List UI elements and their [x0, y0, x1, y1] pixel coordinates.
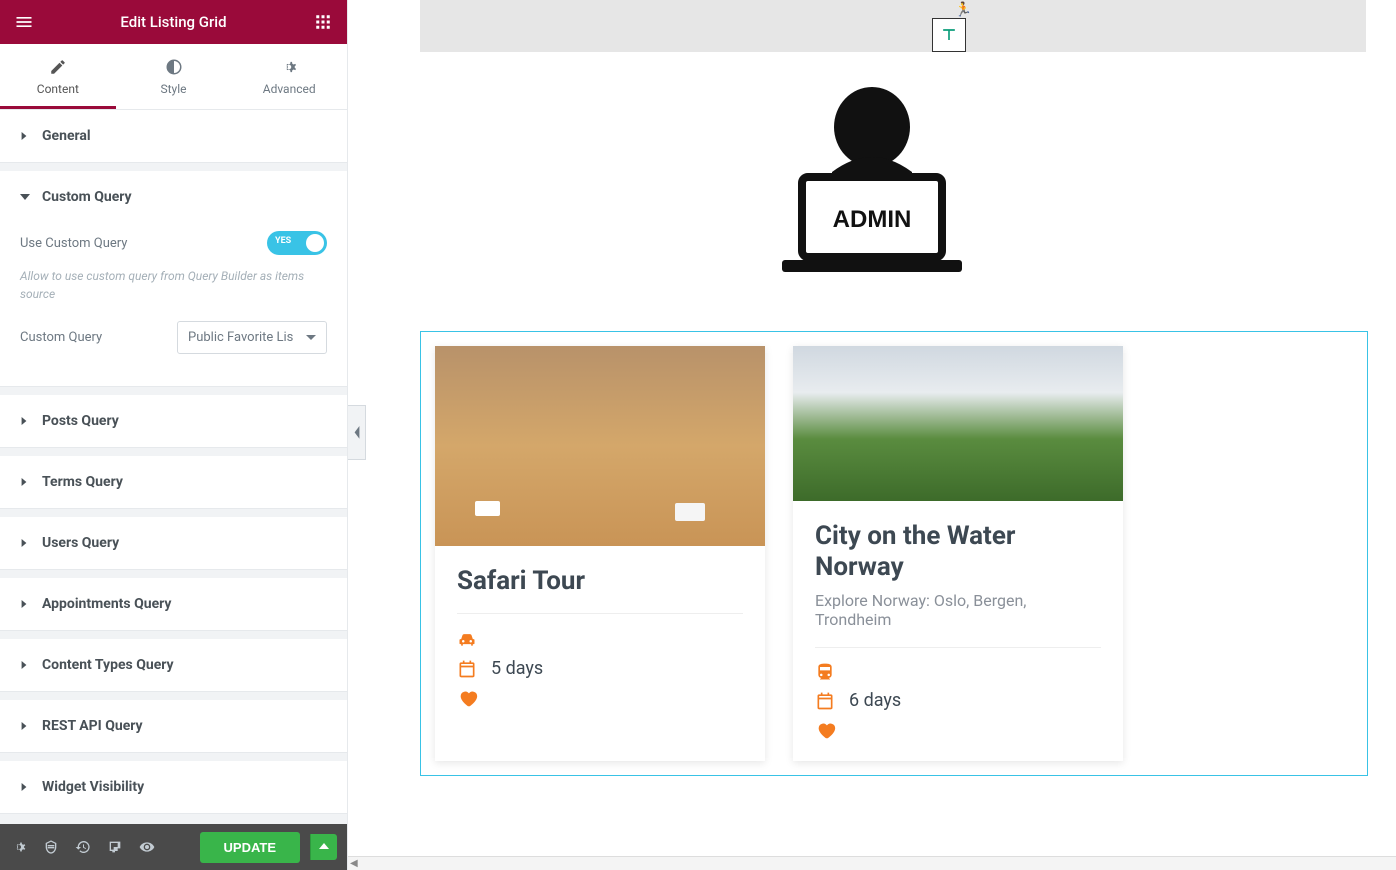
gear-icon	[280, 58, 298, 76]
preview-icon[interactable]	[138, 838, 156, 856]
train-icon	[815, 662, 835, 682]
caret-right-icon	[20, 782, 30, 792]
editor-sidebar: Edit Listing Grid Content Style Advanced	[0, 0, 348, 870]
panel-scroll[interactable]: General Custom Query Use Custom Query YE…	[0, 110, 347, 824]
card-title: City on the Water Norway	[815, 521, 1101, 583]
text-widget-handle[interactable]	[932, 18, 966, 52]
heart-icon[interactable]	[457, 687, 479, 709]
settings-icon[interactable]	[10, 838, 28, 856]
running-icon: 🏃	[955, 2, 972, 18]
card-subtitle: Explore Norway: Oslo, Bergen, Trondheim	[815, 591, 1101, 629]
horizontal-scrollbar[interactable]: ◀	[348, 856, 1396, 870]
section-appointments-query[interactable]: Appointments Query	[0, 578, 347, 630]
update-button[interactable]: UPDATE	[200, 832, 300, 863]
section-posts-query[interactable]: Posts Query	[0, 395, 347, 447]
listing-card[interactable]: Safari Tour 5 days	[435, 346, 765, 761]
car-icon	[457, 630, 477, 650]
card-image	[793, 346, 1123, 501]
tab-content[interactable]: Content	[0, 44, 116, 109]
custom-query-select-label: Custom Query	[20, 330, 102, 345]
editor-footer: UPDATE	[0, 824, 347, 870]
caret-right-icon	[20, 477, 30, 487]
contrast-icon	[165, 58, 183, 76]
navigator-icon[interactable]	[42, 838, 60, 856]
canvas-topbar: 🏃	[420, 0, 1366, 52]
card-duration: 6 days	[849, 690, 901, 711]
card-duration: 5 days	[491, 658, 543, 679]
use-custom-query-desc: Allow to use custom query from Query Bui…	[20, 267, 327, 303]
tab-advanced[interactable]: Advanced	[231, 44, 347, 109]
caret-right-icon	[20, 538, 30, 548]
sidebar-header: Edit Listing Grid	[0, 0, 347, 44]
responsive-icon[interactable]	[106, 838, 124, 856]
tab-style[interactable]: Style	[116, 44, 232, 109]
pencil-icon	[49, 58, 67, 76]
use-custom-query-label: Use Custom Query	[20, 236, 127, 251]
editor-tabs: Content Style Advanced	[0, 44, 347, 110]
heart-icon[interactable]	[815, 719, 837, 741]
update-options-button[interactable]	[310, 834, 337, 860]
card-title: Safari Tour	[457, 566, 743, 614]
calendar-icon	[457, 659, 477, 679]
caret-right-icon	[20, 660, 30, 670]
preview-canvas: 🏃 ADMIN Safari Tour	[348, 0, 1396, 870]
listing-grid-widget[interactable]: Safari Tour 5 days City on the Water Nor…	[420, 331, 1368, 776]
listing-card[interactable]: City on the Water Norway Explore Norway:…	[793, 346, 1123, 761]
custom-query-select[interactable]: Public Favorite Lis	[177, 321, 327, 354]
calendar-icon	[815, 691, 835, 711]
section-users-query[interactable]: Users Query	[0, 517, 347, 569]
card-image	[435, 346, 765, 546]
section-general[interactable]: General	[0, 110, 347, 162]
caret-right-icon	[20, 721, 30, 731]
collapse-sidebar-button[interactable]	[348, 405, 366, 460]
use-custom-query-toggle[interactable]: YES	[267, 231, 327, 255]
section-terms-query[interactable]: Terms Query	[0, 456, 347, 508]
section-content-types-query[interactable]: Content Types Query	[0, 639, 347, 691]
section-rest-api-query[interactable]: REST API Query	[0, 700, 347, 752]
menu-button[interactable]	[12, 10, 36, 34]
custom-query-body: Use Custom Query YES Allow to use custom…	[0, 223, 347, 386]
caret-right-icon	[20, 131, 30, 141]
caret-right-icon	[20, 416, 30, 426]
caret-right-icon	[20, 599, 30, 609]
widgets-button[interactable]	[311, 10, 335, 34]
caret-down-icon	[20, 192, 30, 202]
svg-text:ADMIN: ADMIN	[833, 206, 912, 233]
history-icon[interactable]	[74, 838, 92, 856]
admin-avatar-block: ADMIN	[348, 82, 1396, 281]
section-widget-visibility[interactable]: Widget Visibility	[0, 761, 347, 813]
section-custom-query[interactable]: Custom Query	[0, 171, 347, 223]
panel-title: Edit Listing Grid	[36, 13, 311, 31]
admin-avatar-icon: ADMIN	[777, 82, 967, 277]
